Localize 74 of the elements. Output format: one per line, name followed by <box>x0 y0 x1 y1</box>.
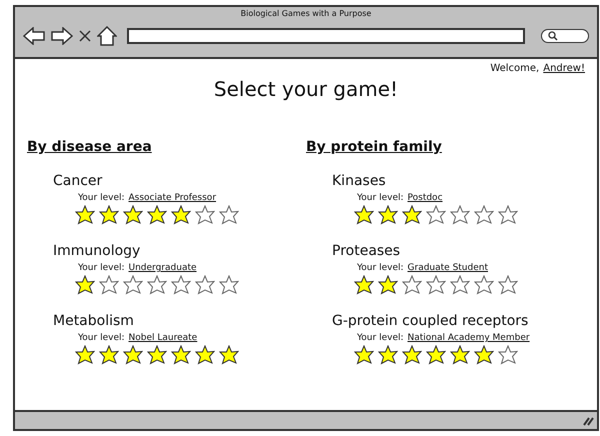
star-icon <box>450 275 470 295</box>
star-icon <box>426 205 446 225</box>
star-icon <box>450 205 470 225</box>
level-link[interactable]: Associate Professor <box>128 193 216 203</box>
star-icon <box>147 275 167 295</box>
level-label: Your level: <box>357 193 404 203</box>
welcome-text: Welcome, <box>490 63 540 74</box>
star-icon <box>123 345 143 365</box>
star-icon <box>426 275 446 295</box>
star-icon <box>498 205 518 225</box>
forward-arrow-icon[interactable] <box>51 27 73 45</box>
star-icon <box>219 275 239 295</box>
star-icon <box>75 345 95 365</box>
game-title[interactable]: Metabolism <box>53 313 306 329</box>
star-icon <box>147 345 167 365</box>
star-icon <box>195 345 215 365</box>
star-icon <box>195 275 215 295</box>
star-icon <box>378 205 398 225</box>
game-title[interactable]: Cancer <box>53 173 306 189</box>
star-icon <box>219 345 239 365</box>
star-icon <box>99 205 119 225</box>
star-icon <box>498 275 518 295</box>
star-icon <box>474 275 494 295</box>
game-title[interactable]: Proteases <box>332 243 585 259</box>
star-icon <box>354 275 374 295</box>
section-heading: By disease area <box>27 139 153 155</box>
star-icon <box>402 275 422 295</box>
level-link[interactable]: Nobel Laureate <box>128 333 198 343</box>
star-icon <box>474 345 494 365</box>
level-link[interactable]: Undergraduate <box>128 263 197 273</box>
star-icon <box>195 205 215 225</box>
address-field[interactable] <box>127 28 525 44</box>
back-arrow-icon[interactable] <box>23 27 45 45</box>
star-icon <box>219 205 239 225</box>
star-icon <box>75 275 95 295</box>
star-icon <box>171 275 191 295</box>
star-icon <box>99 275 119 295</box>
star-icon <box>450 345 470 365</box>
game-title[interactable]: Immunology <box>53 243 306 259</box>
star-icon <box>123 275 143 295</box>
star-icon <box>147 205 167 225</box>
level-label: Your level: <box>357 333 404 343</box>
page-heading: Select your game! <box>212 77 400 101</box>
level-label: Your level: <box>78 263 125 273</box>
star-icon <box>75 205 95 225</box>
window-title: Biological Games with a Purpose <box>240 9 372 18</box>
star-icon <box>474 205 494 225</box>
close-icon[interactable] <box>79 30 91 42</box>
star-icon <box>426 345 446 365</box>
search-icon <box>548 31 558 41</box>
star-icon <box>171 345 191 365</box>
section-heading: By protein family <box>306 139 443 155</box>
level-link[interactable]: Postdoc <box>408 193 443 203</box>
user-link[interactable]: Andrew! <box>543 63 585 74</box>
level-label: Your level: <box>357 263 404 273</box>
level-link[interactable]: Graduate Student <box>408 263 488 273</box>
search-field[interactable] <box>541 29 589 43</box>
star-icon <box>402 345 422 365</box>
game-title[interactable]: G-protein coupled receptors <box>332 313 585 329</box>
star-icon <box>378 345 398 365</box>
star-icon <box>123 205 143 225</box>
level-label: Your level: <box>78 193 125 203</box>
star-icon <box>498 345 518 365</box>
game-title[interactable]: Kinases <box>332 173 585 189</box>
home-icon[interactable] <box>97 26 117 46</box>
star-icon <box>99 345 119 365</box>
star-icon <box>354 205 374 225</box>
star-icon <box>354 345 374 365</box>
level-label: Your level: <box>78 333 125 343</box>
star-icon <box>402 205 422 225</box>
star-icon <box>378 275 398 295</box>
star-icon <box>171 205 191 225</box>
resize-grip-icon[interactable] <box>582 416 594 426</box>
level-link[interactable]: National Academy Member <box>408 333 530 343</box>
